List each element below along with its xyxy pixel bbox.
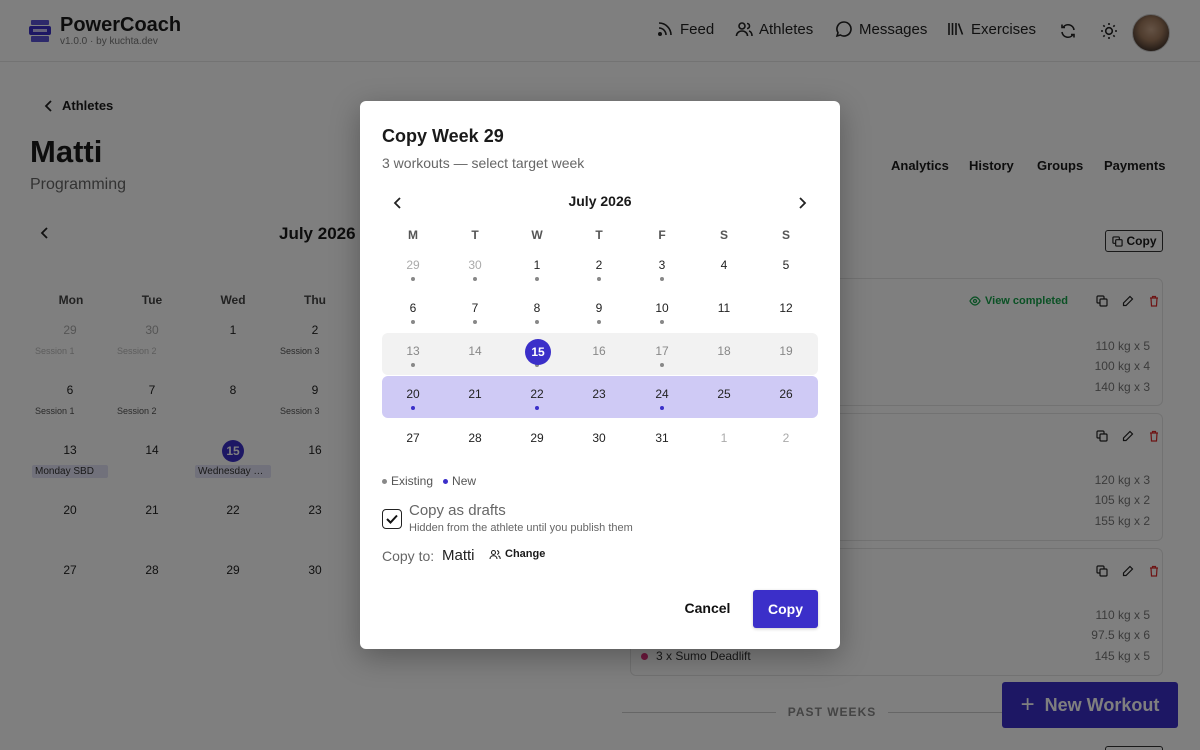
calendar-day[interactable]: 26 [755,387,817,401]
calendar-day[interactable]: 18 [693,344,755,358]
calendar-day[interactable]: 1 [693,431,755,445]
chevron-left-icon [393,197,401,209]
existing-workout-dot [473,320,477,324]
copy-to-athlete: Matti [442,547,475,564]
calendar-day[interactable]: 21 [444,387,506,401]
copy-button[interactable]: Copy [753,590,818,628]
existing-workout-dot [660,277,664,281]
calendar-day[interactable]: 4 [693,258,755,272]
calendar-day[interactable]: 29 [506,431,568,445]
legend-existing-dot [382,478,387,484]
calendar-day[interactable]: 1 [506,258,568,272]
legend: Existing New [382,474,476,488]
calendar-day[interactable]: 14 [444,344,506,358]
new-workout-dot [411,406,415,410]
calendar-day[interactable]: 17 [631,344,693,358]
change-athlete-button[interactable]: Change [489,548,545,560]
weekday-label: M [408,228,418,242]
legend-new-label: New [452,474,477,488]
calendar-day[interactable]: 19 [755,344,817,358]
checkmark-icon [386,514,398,524]
calendar-day[interactable]: 11 [693,301,755,315]
existing-workout-dot [660,363,664,367]
calendar-day[interactable]: 23 [568,387,630,401]
existing-workout-dot [660,320,664,324]
calendar-day[interactable]: 12 [755,301,817,315]
copy-week-dialog: Copy Week 29 3 workouts — select target … [360,101,840,649]
calendar-day[interactable]: 22 [506,387,568,401]
existing-workout-dot [411,277,415,281]
dialog-month: July 2026 [568,193,632,209]
calendar-day[interactable]: 28 [444,431,506,445]
dialog-subtitle: 3 workouts — select target week [382,155,585,171]
calendar-day[interactable]: 5 [755,258,817,272]
weekday-label: T [595,228,603,242]
existing-workout-dot [597,277,601,281]
existing-workout-dot [411,363,415,367]
calendar-day[interactable]: 30 [444,258,506,272]
dialog-today-marker[interactable]: 15 [525,339,551,365]
drafts-label[interactable]: Copy as drafts [409,502,506,519]
drafts-checkbox[interactable] [382,509,402,529]
legend-existing-label: Existing [391,474,434,488]
new-workout-dot [660,406,664,410]
weekday-label: T [471,228,479,242]
weekday-label: W [531,228,543,242]
calendar-day[interactable]: 29 [382,258,444,272]
calendar-day[interactable]: 25 [693,387,755,401]
cancel-button[interactable]: Cancel [670,590,745,626]
legend-new-dot [443,478,449,484]
chevron-right-icon [799,197,807,209]
calendar-day[interactable]: 8 [506,301,568,315]
weekday-label: S [719,228,728,242]
calendar-day[interactable]: 10 [631,301,693,315]
change-label: Change [505,548,546,560]
dialog-title: Copy Week 29 [382,126,504,146]
existing-workout-dot [411,320,415,324]
calendar-day[interactable]: 6 [382,301,444,315]
calendar-day[interactable]: 7 [444,301,506,315]
existing-workout-dot [535,320,539,324]
calendar-day[interactable]: 3 [631,258,693,272]
weekday-label: S [781,228,790,242]
new-workout-dot [535,406,539,410]
existing-workout-dot [597,320,601,324]
calendar-day[interactable]: 2 [568,258,630,272]
calendar-day[interactable]: 30 [568,431,630,445]
existing-workout-dot [535,277,539,281]
month-next-button[interactable] [792,193,812,213]
existing-workout-dot [473,277,477,281]
calendar-day[interactable]: 24 [631,387,693,401]
calendar-day[interactable]: 27 [382,431,444,445]
calendar-day[interactable]: 16 [568,344,630,358]
copy-to-label: Copy to: [382,548,435,564]
calendar-day[interactable]: 2 [755,431,817,445]
users-icon [489,549,501,559]
calendar-day[interactable]: 13 [382,344,444,358]
calendar-day[interactable]: 31 [631,431,693,445]
drafts-help: Hidden from the athlete until you publis… [409,522,633,534]
calendar-day[interactable]: 9 [568,301,630,315]
month-prev-button[interactable] [388,193,408,213]
calendar-day[interactable]: 20 [382,387,444,401]
weekday-label: F [658,228,666,242]
